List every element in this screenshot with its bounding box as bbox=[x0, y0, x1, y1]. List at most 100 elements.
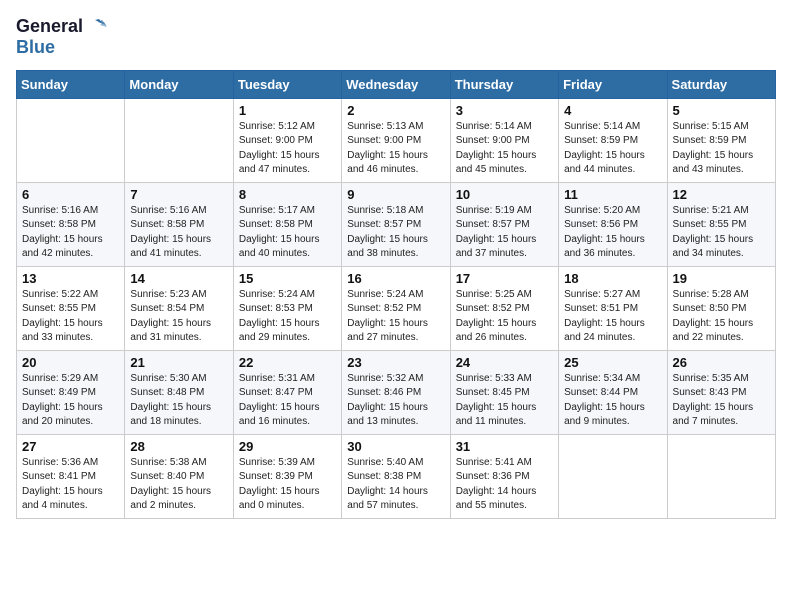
weekday-header: Friday bbox=[559, 70, 667, 98]
day-number: 18 bbox=[564, 271, 661, 286]
calendar-cell: 6Sunrise: 5:16 AM Sunset: 8:58 PM Daylig… bbox=[17, 182, 125, 266]
calendar-cell: 24Sunrise: 5:33 AM Sunset: 8:45 PM Dayli… bbox=[450, 350, 558, 434]
day-number: 5 bbox=[673, 103, 770, 118]
day-number: 12 bbox=[673, 187, 770, 202]
calendar-cell: 2 Sunrise: 5:13 AM Sunset: 9:00 PM Daylig… bbox=[342, 98, 450, 182]
day-info: Sunrise: 5:14 AM Sunset: 8:59 PM Dayligh… bbox=[564, 120, 661, 178]
day-number: 25 bbox=[564, 355, 661, 370]
day-number: 21 bbox=[130, 355, 227, 370]
day-number: 26 bbox=[673, 355, 770, 370]
weekday-header: Thursday bbox=[450, 70, 558, 98]
day-number: 29 bbox=[239, 439, 336, 454]
calendar-cell: 27 Sunrise: 5:36 AM Sunset: 8:41 PM Dayli… bbox=[17, 434, 125, 518]
day-info: Sunrise: 5:19 AM Sunset: 8:57 PM Dayligh… bbox=[456, 204, 553, 262]
calendar-cell: 9 Sunrise: 5:18 AM Sunset: 8:57 PM Daylig… bbox=[342, 182, 450, 266]
day-number: 27 bbox=[22, 439, 119, 454]
day-info: Sunrise: 5:41 AM Sunset: 8:36 PM Dayligh… bbox=[456, 456, 553, 514]
day-number: 23 bbox=[347, 355, 444, 370]
day-number: 20 bbox=[22, 355, 119, 370]
calendar-cell: 15Sunrise: 5:24 AM Sunset: 8:53 PM Dayli… bbox=[233, 266, 341, 350]
calendar-cell: 16Sunrise: 5:24 AM Sunset: 8:52 PM Dayli… bbox=[342, 266, 450, 350]
calendar-cell: 4 Sunrise: 5:14 AM Sunset: 8:59 PM Daylig… bbox=[559, 98, 667, 182]
day-number: 14 bbox=[130, 271, 227, 286]
calendar-cell bbox=[125, 98, 233, 182]
calendar-cell: 23 Sunrise: 5:32 AM Sunset: 8:46 PM Dayli… bbox=[342, 350, 450, 434]
calendar-cell: 7 Sunrise: 5:16 AM Sunset: 8:58 PM Daylig… bbox=[125, 182, 233, 266]
day-info: Sunrise: 5:29 AM Sunset: 8:49 PM Dayligh… bbox=[22, 372, 119, 430]
day-info: Sunrise: 5:30 AM Sunset: 8:48 PM Dayligh… bbox=[130, 372, 227, 430]
day-info: Sunrise: 5:36 AM Sunset: 8:41 PM Dayligh… bbox=[22, 456, 119, 514]
day-number: 22 bbox=[239, 355, 336, 370]
day-number: 15 bbox=[239, 271, 336, 286]
weekday-header: Saturday bbox=[667, 70, 775, 98]
day-info: Sunrise: 5:16 AM Sunset: 8:58 PM Dayligh… bbox=[130, 204, 227, 262]
day-info: Sunrise: 5:35 AM Sunset: 8:43 PM Dayligh… bbox=[673, 372, 770, 430]
day-number: 19 bbox=[673, 271, 770, 286]
day-number: 1 bbox=[239, 103, 336, 118]
day-number: 2 bbox=[347, 103, 444, 118]
calendar-cell: 14 Sunrise: 5:23 AM Sunset: 8:54 PM Dayli… bbox=[125, 266, 233, 350]
calendar-cell: 13 Sunrise: 5:22 AM Sunset: 8:55 PM Dayli… bbox=[17, 266, 125, 350]
calendar-cell: 30Sunrise: 5:40 AM Sunset: 8:38 PM Dayli… bbox=[342, 434, 450, 518]
calendar-cell: 17 Sunrise: 5:25 AM Sunset: 8:52 PM Dayli… bbox=[450, 266, 558, 350]
day-number: 17 bbox=[456, 271, 553, 286]
calendar-table: SundayMondayTuesdayWednesdayThursdayFrid… bbox=[16, 70, 776, 519]
day-info: Sunrise: 5:21 AM Sunset: 8:55 PM Dayligh… bbox=[673, 204, 770, 262]
day-info: Sunrise: 5:22 AM Sunset: 8:55 PM Dayligh… bbox=[22, 288, 119, 346]
day-info: Sunrise: 5:20 AM Sunset: 8:56 PM Dayligh… bbox=[564, 204, 661, 262]
calendar-cell: 29Sunrise: 5:39 AM Sunset: 8:39 PM Dayli… bbox=[233, 434, 341, 518]
calendar-cell bbox=[17, 98, 125, 182]
logo: General Blue bbox=[16, 16, 107, 58]
calendar-cell: 12 Sunrise: 5:21 AM Sunset: 8:55 PM Dayli… bbox=[667, 182, 775, 266]
day-info: Sunrise: 5:14 AM Sunset: 9:00 PM Dayligh… bbox=[456, 120, 553, 178]
day-number: 8 bbox=[239, 187, 336, 202]
day-info: Sunrise: 5:34 AM Sunset: 8:44 PM Dayligh… bbox=[564, 372, 661, 430]
day-info: Sunrise: 5:23 AM Sunset: 8:54 PM Dayligh… bbox=[130, 288, 227, 346]
calendar-cell: 3 Sunrise: 5:14 AM Sunset: 9:00 PM Daylig… bbox=[450, 98, 558, 182]
day-info: Sunrise: 5:31 AM Sunset: 8:47 PM Dayligh… bbox=[239, 372, 336, 430]
day-number: 7 bbox=[130, 187, 227, 202]
day-number: 6 bbox=[22, 187, 119, 202]
day-info: Sunrise: 5:15 AM Sunset: 8:59 PM Dayligh… bbox=[673, 120, 770, 178]
calendar-cell: 8 Sunrise: 5:17 AM Sunset: 8:58 PM Daylig… bbox=[233, 182, 341, 266]
calendar-cell: 1Sunrise: 5:12 AM Sunset: 9:00 PM Daylig… bbox=[233, 98, 341, 182]
day-number: 28 bbox=[130, 439, 227, 454]
day-info: Sunrise: 5:32 AM Sunset: 8:46 PM Dayligh… bbox=[347, 372, 444, 430]
day-number: 9 bbox=[347, 187, 444, 202]
day-info: Sunrise: 5:17 AM Sunset: 8:58 PM Dayligh… bbox=[239, 204, 336, 262]
day-number: 10 bbox=[456, 187, 553, 202]
calendar-cell bbox=[559, 434, 667, 518]
logo-bird-icon bbox=[85, 16, 107, 38]
day-info: Sunrise: 5:25 AM Sunset: 8:52 PM Dayligh… bbox=[456, 288, 553, 346]
weekday-header: Wednesday bbox=[342, 70, 450, 98]
calendar-cell: 10 Sunrise: 5:19 AM Sunset: 8:57 PM Dayli… bbox=[450, 182, 558, 266]
calendar-week-row: 6 Sunrise: 5:16 AM Sunset: 8:58 PM Daylig… bbox=[17, 182, 776, 266]
day-number: 4 bbox=[564, 103, 661, 118]
calendar-week-row: 27 Sunrise: 5:36 AM Sunset: 8:41 PM Dayli… bbox=[17, 434, 776, 518]
calendar-cell bbox=[667, 434, 775, 518]
calendar-cell: 22 Sunrise: 5:31 AM Sunset: 8:47 PM Dayli… bbox=[233, 350, 341, 434]
day-number: 11 bbox=[564, 187, 661, 202]
page-header: General Blue bbox=[16, 16, 776, 58]
weekday-header: Sunday bbox=[17, 70, 125, 98]
day-number: 16 bbox=[347, 271, 444, 286]
calendar-week-row: 1Sunrise: 5:12 AM Sunset: 9:00 PM Daylig… bbox=[17, 98, 776, 182]
calendar-cell: 11 Sunrise: 5:20 AM Sunset: 8:56 PM Dayli… bbox=[559, 182, 667, 266]
day-info: Sunrise: 5:40 AM Sunset: 8:38 PM Dayligh… bbox=[347, 456, 444, 514]
calendar-cell: 19Sunrise: 5:28 AM Sunset: 8:50 PM Dayli… bbox=[667, 266, 775, 350]
calendar-cell: 26 Sunrise: 5:35 AM Sunset: 8:43 PM Dayli… bbox=[667, 350, 775, 434]
day-info: Sunrise: 5:38 AM Sunset: 8:40 PM Dayligh… bbox=[130, 456, 227, 514]
calendar-cell: 5 Sunrise: 5:15 AM Sunset: 8:59 PM Daylig… bbox=[667, 98, 775, 182]
day-number: 13 bbox=[22, 271, 119, 286]
weekday-header: Monday bbox=[125, 70, 233, 98]
calendar-cell: 28 Sunrise: 5:38 AM Sunset: 8:40 PM Dayli… bbox=[125, 434, 233, 518]
day-info: Sunrise: 5:18 AM Sunset: 8:57 PM Dayligh… bbox=[347, 204, 444, 262]
day-info: Sunrise: 5:27 AM Sunset: 8:51 PM Dayligh… bbox=[564, 288, 661, 346]
day-info: Sunrise: 5:13 AM Sunset: 9:00 PM Dayligh… bbox=[347, 120, 444, 178]
calendar-cell: 21 Sunrise: 5:30 AM Sunset: 8:48 PM Dayli… bbox=[125, 350, 233, 434]
calendar-cell: 20 Sunrise: 5:29 AM Sunset: 8:49 PM Dayli… bbox=[17, 350, 125, 434]
day-number: 24 bbox=[456, 355, 553, 370]
day-number: 3 bbox=[456, 103, 553, 118]
calendar-cell: 18 Sunrise: 5:27 AM Sunset: 8:51 PM Dayli… bbox=[559, 266, 667, 350]
calendar-week-row: 13 Sunrise: 5:22 AM Sunset: 8:55 PM Dayli… bbox=[17, 266, 776, 350]
